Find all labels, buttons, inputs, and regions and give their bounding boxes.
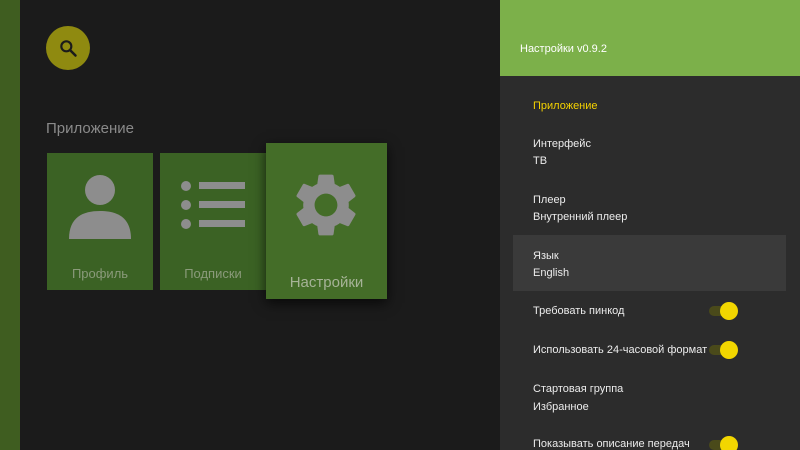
pref-title: Использовать 24-часовой формат [533,344,708,356]
list-icon [181,181,245,229]
pref-title: Стартовая группа [533,383,624,395]
tile-subscriptions[interactable]: Подписки [160,153,266,290]
tile-profile[interactable]: Профиль [47,153,153,290]
pref-show-descriptions[interactable]: Показывать описание передач [513,430,786,450]
require-pin-switch[interactable] [709,302,738,320]
pref-value: Избранное [533,401,589,413]
pref-interface[interactable]: Интерфейс ТВ [513,130,786,180]
search-icon [60,40,77,57]
switch-thumb [720,302,738,320]
tile-label: Подписки [184,266,242,281]
search-button[interactable] [46,26,90,70]
switch-thumb [720,341,738,359]
pref-title: Плеер [533,194,566,206]
gear-icon [296,174,356,236]
pref-language[interactable]: Язык English [513,235,786,291]
pref-value: Внутренний плеер [533,211,628,223]
switch-thumb [720,436,738,450]
main-area: Приложение Профиль Подписки Настройки [20,0,500,450]
pref-start-group[interactable]: Стартовая группа Избранное [513,376,786,424]
settings-panel: Настройки v0.9.2 Приложение Интерфейс ТВ… [500,0,800,450]
pref-title: Показывать описание передач [533,438,690,450]
panel-section-title: Приложение [533,100,598,112]
panel-title: Настройки v0.9.2 [520,43,607,55]
person-icon [69,175,131,239]
pref-player[interactable]: Плеер Внутренний плеер [513,186,786,236]
pref-title: Язык [533,250,559,262]
panel-header: Настройки v0.9.2 [500,0,800,76]
24h-format-switch[interactable] [709,341,738,359]
pref-value: ТВ [533,155,548,167]
show-descriptions-switch[interactable] [709,436,738,450]
pref-title: Требовать пинкод [533,305,625,317]
tile-label: Настройки [289,274,364,291]
pref-title: Интерфейс [533,138,591,150]
tile-label: Профиль [71,266,129,281]
pref-24h-format[interactable]: Использовать 24-часовой формат [513,334,786,366]
pref-value: English [533,267,570,279]
pref-require-pin[interactable]: Требовать пинкод [513,295,786,327]
tile-settings[interactable]: Настройки [266,143,387,299]
section-title: Приложение [46,120,134,137]
side-strip [0,0,20,450]
